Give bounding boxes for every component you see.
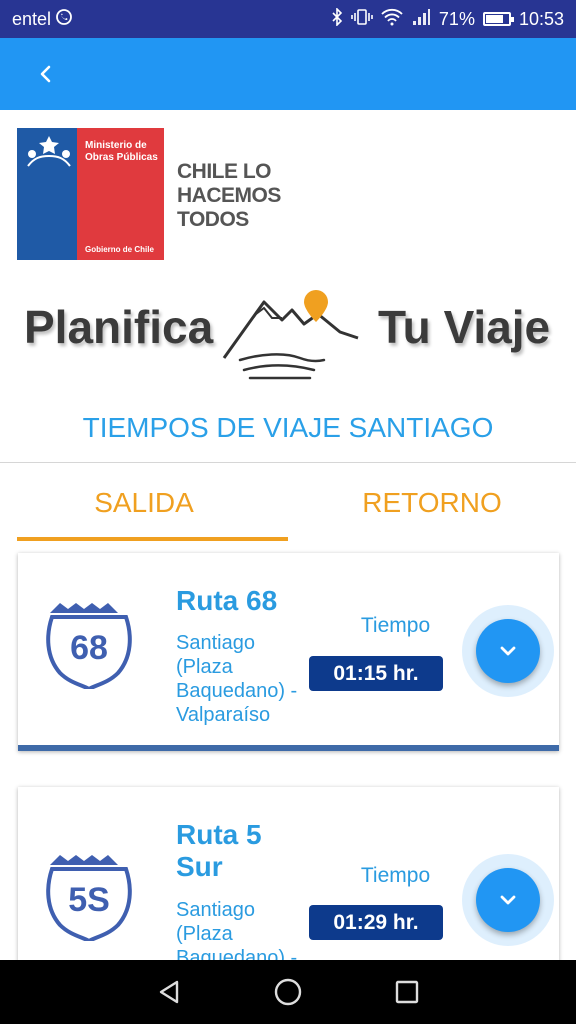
divider: [0, 462, 576, 463]
status-left: entel: [12, 8, 73, 31]
tab-retorno[interactable]: RETORNO: [288, 470, 576, 536]
carrier-name: entel: [12, 8, 52, 29]
tab-salida[interactable]: SALIDA: [0, 470, 288, 536]
logo-government-text: Gobierno de Chile: [85, 245, 154, 254]
mountain-pin-icon: [222, 290, 359, 380]
route-desc-line: (Plaza: [176, 656, 233, 678]
app-root: entel 71% 10:53 Ministerio de Obras Públ…: [0, 0, 576, 1024]
slogan-line1: CHILE LO: [177, 160, 272, 183]
chevron-down-icon: [500, 895, 516, 905]
wifi-icon: [381, 8, 403, 31]
coat-of-arms-icon: [27, 136, 71, 167]
recents-square-icon: [395, 980, 418, 1004]
shield-number: 5S: [68, 881, 110, 919]
battery-icon: [482, 12, 514, 26]
status-time: 10:53: [518, 8, 564, 29]
tab-indicator: [17, 537, 288, 541]
route-card[interactable]: 68 Ruta 68 Santiago (Plaza Baquedano) - …: [18, 553, 559, 751]
expand-button-halo: [462, 605, 554, 697]
route-name: Ruta 68: [176, 585, 278, 616]
back-triangle-icon: [160, 980, 179, 1004]
route-shield-icon: 5S: [46, 855, 132, 941]
expand-button-halo: [462, 854, 554, 946]
signal-icon: [411, 8, 431, 31]
slogan-line3: TODOS: [177, 208, 249, 231]
slogan: CHILE LO HACEMOS TODOS: [177, 160, 317, 232]
slogan-line2: HACEMOS: [177, 184, 281, 207]
app-bar: [0, 38, 576, 110]
whatsapp-icon: [55, 8, 73, 31]
plan-title-left: Planifica: [24, 301, 214, 353]
time-value-badge: 01:15 hr.: [309, 656, 443, 691]
route-name-line: Sur: [176, 851, 223, 882]
nav-home-button[interactable]: [268, 972, 308, 1012]
section-title: TIEMPOS DE VIAJE SANTIAGO: [82, 412, 494, 443]
time-label: Tiempo: [360, 864, 431, 887]
shield-number: 68: [70, 629, 108, 667]
logo-ministry-text: Ministerio de Obras Públicas: [85, 140, 158, 164]
plan-title-right: Tu Viaje: [378, 301, 551, 353]
route-description: Santiago (Plaza Baquedano) - Valparaíso: [176, 631, 316, 727]
system-nav-bar: [0, 960, 576, 1024]
chevron-left-icon: [40, 65, 51, 83]
battery-fill: [485, 15, 503, 23]
expand-button[interactable]: [476, 619, 540, 683]
route-desc-line: Valparaíso: [176, 704, 271, 726]
route-desc-line: Baquedano) -: [176, 680, 298, 702]
bluetooth-icon: [331, 6, 343, 31]
time-label: Tiempo: [360, 614, 431, 637]
time-value-badge: 01:29 hr.: [309, 905, 443, 940]
home-circle-icon: [274, 978, 302, 1006]
route-desc-line: Santiago: [176, 632, 255, 654]
route-desc-line: (Plaza: [176, 923, 233, 945]
vibrate-icon: [351, 8, 373, 31]
route-name-line: Ruta 5: [176, 819, 262, 850]
status-bar: entel 71% 10:53: [0, 0, 576, 38]
expand-button[interactable]: [476, 868, 540, 932]
logo-red-panel: Ministerio de Obras Públicas Gobierno de…: [77, 128, 164, 260]
back-button[interactable]: [22, 50, 70, 98]
chevron-down-icon: [500, 646, 516, 656]
logo-ministry-line2: Obras Públicas: [85, 152, 158, 163]
battery-percent: 71%: [438, 8, 475, 29]
route-shield-icon: 68: [46, 603, 132, 689]
logo-ministry-line1: Ministerio de: [85, 140, 147, 151]
nav-back-button[interactable]: [149, 972, 189, 1012]
route-desc-line: Santiago: [176, 899, 255, 921]
route-name: Ruta 5 Sur: [176, 819, 306, 883]
status-right: 71% 10:53: [331, 6, 564, 31]
nav-recents-button[interactable]: [387, 972, 427, 1012]
